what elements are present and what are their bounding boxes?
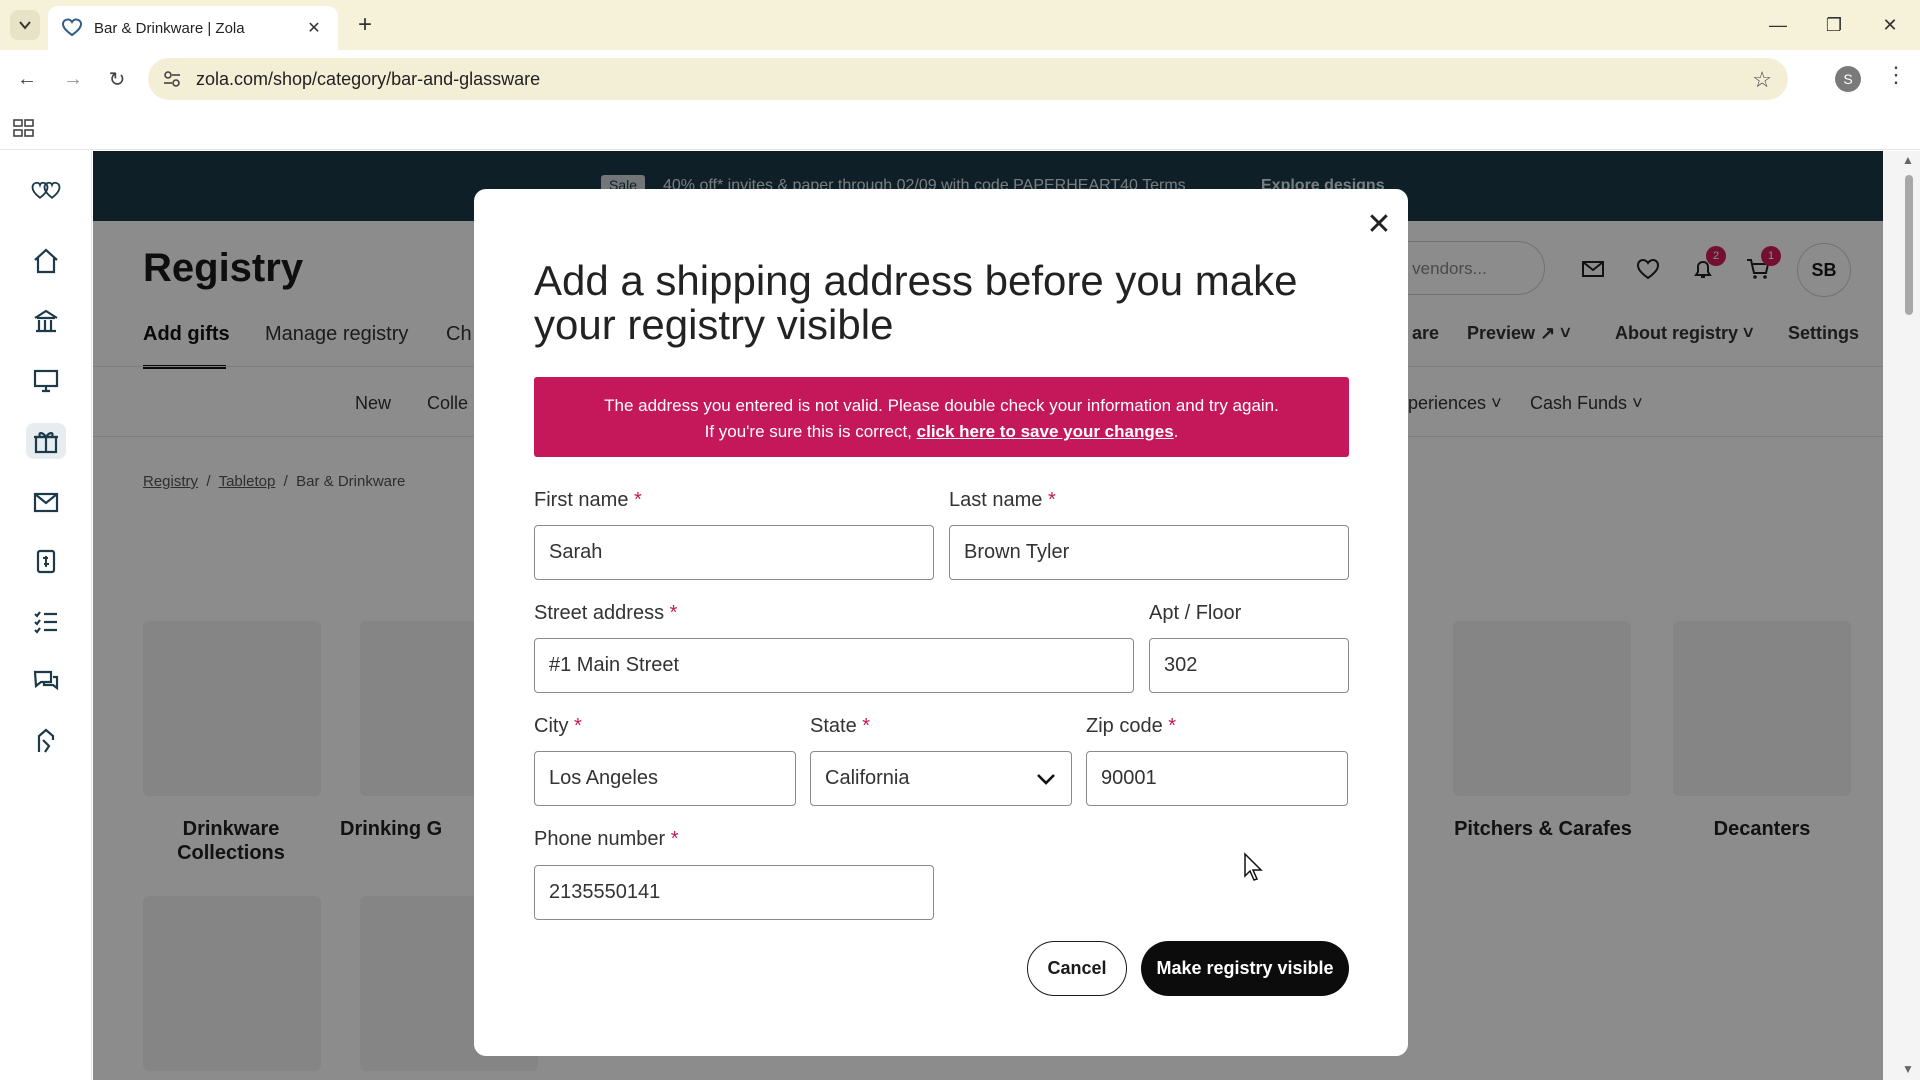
tab-close-icon[interactable]: ✕ [304,18,324,38]
zip-code-field[interactable]: 90001 [1086,751,1348,806]
street-address-label: Street address * [534,602,677,625]
apps-grid-icon[interactable] [12,116,36,140]
bookmarks-bar [0,108,1920,150]
last-name-label: Last name * [949,489,1056,512]
page-scrollbar[interactable] [1883,151,1920,1080]
bookmark-star-icon[interactable]: ☆ [1752,67,1772,93]
first-name-label: First name * [534,489,642,512]
chevron-down-icon [19,21,31,30]
browser-menu-icon[interactable]: ⋮ [1885,62,1907,88]
label-text: Street address [534,602,665,624]
reload-icon[interactable]: ↻ [102,64,132,94]
alert-message: The address you entered is not valid. Pl… [604,396,1279,415]
heart-favicon-icon [62,18,82,37]
window-close-button[interactable]: ✕ [1870,10,1910,40]
forward-arrow-icon[interactable]: → [58,64,88,94]
make-registry-visible-button[interactable]: Make registry visible [1141,941,1349,996]
required-marker: * [862,715,871,737]
zola-logo-icon[interactable] [26,173,66,209]
alert-suffix: . [1173,422,1179,441]
label-text: Zip code [1086,715,1163,737]
close-icon[interactable]: ✕ [1364,210,1394,241]
city-label: City * [534,715,582,738]
browser-tab-active[interactable]: Bar & Drinkware | Zola ✕ [48,6,338,50]
budget-icon[interactable] [26,543,66,579]
new-tab-button[interactable]: + [352,11,378,38]
label-text: City [534,715,569,737]
checklist-icon[interactable] [26,603,66,639]
phone-number-label: Phone number * [534,828,679,851]
shipping-address-modal: ✕ Add a shipping address before you make… [474,189,1408,1056]
mouse-cursor-icon [1244,852,1263,881]
label-text: First name [534,489,629,511]
back-arrow-icon[interactable]: ← [12,64,42,94]
phone-number-field[interactable]: 2135550141 [534,865,934,920]
url-text: zola.com/shop/category/bar-and-glassware [196,69,541,89]
address-bar[interactable]: zola.com/shop/category/bar-and-glassware… [148,58,1788,100]
tab-title: Bar & Drinkware | Zola [94,19,245,37]
profile-avatar[interactable]: S [1835,66,1861,92]
apt-floor-field[interactable]: 302 [1149,638,1349,693]
scroll-down-arrow[interactable]: ▼ [1900,1062,1916,1076]
required-marker: * [574,715,582,737]
required-marker: * [1168,715,1177,737]
last-name-field[interactable]: Brown Tyler [949,525,1349,580]
chevron-down-icon [1037,774,1055,785]
messages-icon[interactable] [26,663,66,699]
site-info-icon[interactable] [162,69,182,89]
required-marker: * [669,602,678,624]
city-field[interactable]: Los Angeles [534,751,796,806]
state-selected-value: California [825,767,910,789]
required-marker: * [670,828,679,850]
home-icon[interactable] [26,243,66,279]
scroll-up-arrow[interactable]: ▲ [1900,153,1916,167]
planning-icon[interactable] [26,723,66,759]
required-marker: * [1047,489,1056,511]
save-changes-link[interactable]: click here to save your changes [917,422,1174,441]
restore-button[interactable]: ❐ [1814,10,1854,40]
state-select[interactable]: California [810,751,1072,806]
minimize-button[interactable]: — [1758,10,1798,40]
alert-prefix: If you're sure this is correct, [704,422,917,441]
registry-gift-icon[interactable] [26,423,66,459]
first-name-field[interactable]: Sarah [534,525,934,580]
tab-search-button[interactable] [10,10,40,40]
website-icon[interactable] [26,363,66,399]
venue-icon[interactable] [26,303,66,339]
modal-title: Add a shipping address before you make y… [534,257,1298,348]
left-sidebar [0,151,92,1080]
invitations-icon[interactable] [26,483,66,519]
label-text: State [810,715,857,737]
alert-message-line2: If you're sure this is correct, click he… [534,419,1349,445]
cancel-button[interactable]: Cancel [1027,941,1127,996]
zip-code-label: Zip code * [1086,715,1176,738]
state-label: State * [810,715,870,738]
label-text: Phone number [534,828,666,850]
street-address-field[interactable]: #1 Main Street [534,638,1134,693]
apt-floor-label: Apt / Floor [1149,602,1242,624]
scrollbar-thumb[interactable] [1905,175,1913,315]
address-error-alert: The address you entered is not valid. Pl… [534,377,1349,457]
label-text: Last name [949,489,1043,511]
required-marker: * [634,489,642,511]
